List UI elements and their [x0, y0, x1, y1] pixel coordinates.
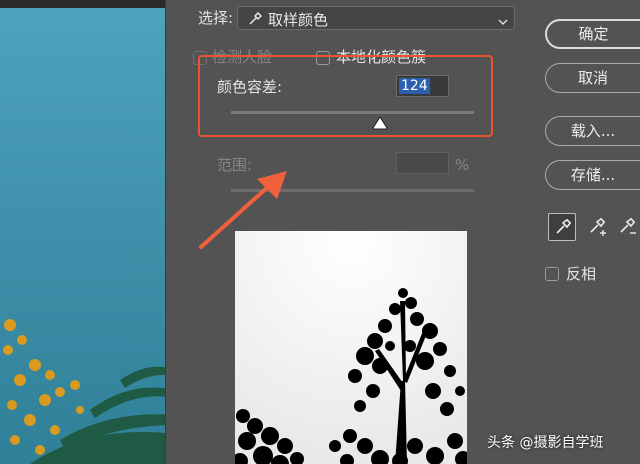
selection-preview	[235, 231, 467, 464]
range-input[interactable]	[396, 152, 449, 174]
select-dropdown[interactable]: 取样颜色	[237, 6, 515, 30]
invert-label: 反相	[566, 265, 597, 283]
eyedropper-tool[interactable]	[548, 213, 576, 241]
tolerance-slider-track[interactable]	[231, 111, 474, 114]
tolerance-label: 颜色容差:	[217, 78, 283, 96]
eyedropper-icon	[248, 11, 263, 30]
window-top-strip	[0, 0, 165, 8]
select-label: 选择:	[198, 9, 234, 27]
background-photo	[0, 0, 175, 464]
watermark-handle: @摄影自学班	[519, 435, 604, 451]
eyedropper-icon	[555, 218, 572, 239]
eyedropper-plus-icon	[588, 217, 608, 241]
watermark: 头条 @摄影自学班	[487, 432, 603, 452]
watermark-prefix: 头条	[487, 435, 515, 451]
eyedropper-subtract-tool[interactable]	[614, 213, 640, 241]
cancel-button[interactable]: 取消	[545, 63, 640, 93]
eyedropper-minus-icon	[618, 217, 638, 241]
save-button[interactable]: 存储...	[545, 160, 640, 190]
range-unit: %	[455, 156, 470, 174]
tolerance-value: 124	[399, 78, 430, 94]
load-button[interactable]: 载入...	[545, 116, 640, 146]
tolerance-input[interactable]: 124	[396, 75, 449, 97]
chevron-down-icon	[498, 12, 508, 31]
ok-button[interactable]: 确定	[545, 19, 640, 49]
eyedropper-add-tool[interactable]	[584, 213, 612, 241]
invert-checkbox[interactable]	[545, 267, 559, 281]
tolerance-slider-thumb[interactable]	[372, 115, 388, 134]
select-value: 取样颜色	[268, 11, 329, 29]
